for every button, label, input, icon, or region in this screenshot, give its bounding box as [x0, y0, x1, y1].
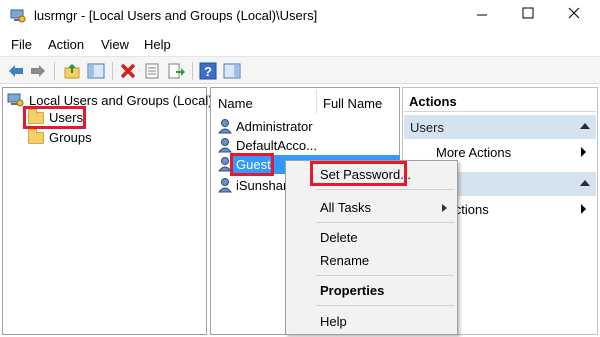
close-icon — [568, 7, 580, 19]
menu-item-properties[interactable]: Properties — [320, 283, 384, 298]
submenu-arrow-icon — [442, 204, 447, 212]
properties-icon[interactable] — [143, 62, 161, 80]
forward-arrow-icon[interactable] — [29, 62, 47, 80]
context-menu: Set Password... All Tasks Delete Rename … — [285, 160, 458, 335]
minimize-button[interactable] — [459, 0, 505, 30]
collapse-icon — [580, 180, 590, 186]
menu-view[interactable]: View — [101, 37, 129, 52]
show-hide-tree-icon[interactable] — [87, 62, 105, 80]
submenu-arrow-icon — [581, 204, 586, 214]
delete-icon[interactable] — [119, 62, 137, 80]
actions-title: Actions — [404, 88, 596, 112]
svg-text:?: ? — [204, 64, 212, 79]
actions-group-users-label: Users — [410, 120, 444, 135]
actions-group-users[interactable]: Users — [404, 115, 596, 139]
tree-item-groups-label: Groups — [49, 130, 92, 145]
menu-bar: File Action View Help — [0, 33, 600, 55]
user-icon — [217, 138, 233, 153]
user-icon — [217, 119, 233, 134]
list-item[interactable]: Administrator — [217, 118, 313, 134]
menu-item-delete[interactable]: Delete — [320, 230, 358, 245]
annotation-box-guest — [230, 153, 274, 176]
list-item[interactable]: iSunshar — [217, 177, 287, 193]
more-actions-label: More Actions — [436, 145, 512, 160]
list-item-label: DefaultAcco... — [236, 137, 317, 153]
submenu-arrow-icon — [581, 147, 586, 157]
user-icon — [217, 178, 233, 193]
menu-help[interactable]: Help — [144, 37, 171, 52]
list-item[interactable]: DefaultAcco... — [217, 137, 317, 153]
title-bar: lusrmgr - [Local Users and Groups (Local… — [0, 0, 600, 32]
menu-file[interactable]: File — [11, 37, 32, 52]
column-divider[interactable] — [316, 90, 317, 114]
close-button[interactable] — [551, 0, 597, 30]
list-item-label: Administrator — [236, 118, 313, 134]
show-hide-action-pane-icon[interactable] — [223, 62, 241, 80]
back-arrow-icon[interactable] — [7, 62, 25, 80]
maximize-icon — [522, 7, 534, 19]
folder-icon — [28, 128, 44, 144]
menu-item-all-tasks[interactable]: All Tasks — [320, 200, 371, 215]
computer-management-icon — [10, 9, 26, 23]
export-list-icon[interactable] — [167, 62, 185, 80]
column-header-full-name[interactable]: Full Name — [323, 96, 382, 111]
menu-item-rename[interactable]: Rename — [320, 253, 369, 268]
minimize-icon — [477, 14, 487, 16]
maximize-button[interactable] — [505, 0, 551, 30]
column-header-name[interactable]: Name — [218, 96, 253, 111]
tree-item-groups[interactable]: Groups — [28, 128, 92, 145]
toolbar: ? — [0, 56, 600, 84]
list-item-label: iSunshar — [236, 177, 288, 193]
annotation-box-set-password — [310, 161, 407, 186]
window-title: lusrmgr - [Local Users and Groups (Local… — [34, 8, 318, 23]
up-folder-icon[interactable] — [63, 62, 81, 80]
help-icon[interactable]: ? — [199, 62, 217, 80]
menu-item-help[interactable]: Help — [320, 314, 347, 329]
annotation-box-users — [23, 106, 86, 129]
collapse-icon — [580, 123, 590, 129]
menu-action[interactable]: Action — [48, 37, 84, 52]
